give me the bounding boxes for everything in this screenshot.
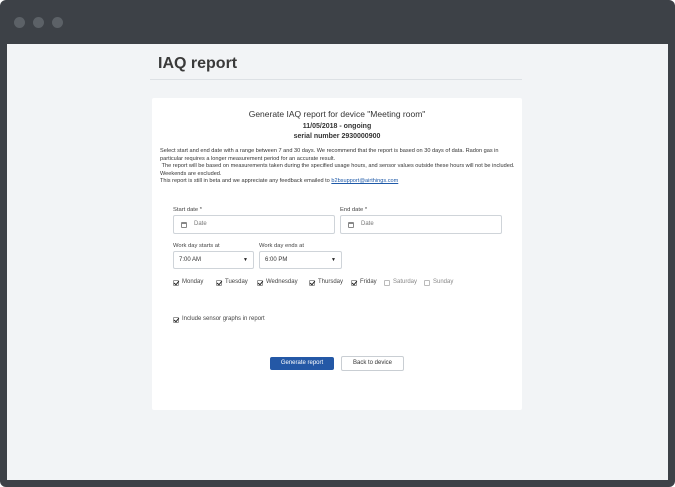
description-paragraph-range: Select start and end date with a range b… (160, 148, 499, 162)
back-to-device-button[interactable]: Back to device (341, 356, 404, 371)
checkbox-checked-icon[interactable] (257, 280, 263, 286)
start-date-input[interactable]: Date (173, 215, 335, 234)
work-start-label: Work day starts at (173, 243, 220, 249)
day-label: Monday (182, 279, 204, 285)
work-start-select[interactable]: 7:00 AM ▼ (173, 251, 254, 269)
checkbox-unchecked-icon[interactable] (384, 280, 390, 286)
dropdown-caret-icon: ▼ (243, 257, 248, 263)
window-close-dot[interactable] (14, 17, 25, 28)
work-end-select[interactable]: 6:00 PM ▼ (259, 251, 342, 269)
window-titlebar (0, 0, 675, 44)
report-form-card: Generate IAQ report for device "Meeting … (152, 98, 522, 410)
checkbox-checked-icon[interactable] (351, 280, 357, 286)
checkbox-checked-icon[interactable] (309, 280, 315, 286)
dropdown-caret-icon: ▼ (331, 257, 336, 263)
feedback-email-link[interactable]: b2bsupport@airthings.com (331, 178, 398, 184)
day-label: Sunday (433, 279, 454, 285)
title-divider (150, 79, 522, 80)
description-beta-text: This report is still in beta and we appr… (160, 178, 330, 184)
page-title: IAQ report (158, 55, 238, 72)
description-paragraph-hours: The report will be based on measurements… (160, 163, 516, 178)
end-date-input[interactable]: Date (340, 215, 502, 234)
start-date-placeholder: Date (194, 221, 207, 227)
checkbox-unchecked-icon[interactable] (424, 280, 430, 286)
end-date-placeholder: Date (361, 221, 374, 227)
description-text: Select start and end date with a range b… (160, 148, 516, 186)
calendar-icon (348, 222, 354, 228)
include-graphs-label: Include sensor graphs in report (182, 316, 265, 322)
calendar-icon (181, 222, 187, 228)
day-label: Wednesday (266, 279, 298, 285)
day-label: Tuesday (225, 279, 248, 285)
serial-number-text: serial number 2930000900 (293, 133, 381, 140)
day-label: Friday (360, 279, 377, 285)
window-minimize-dot[interactable] (33, 17, 44, 28)
window-maximize-dot[interactable] (52, 17, 63, 28)
checkbox-checked-icon[interactable] (216, 280, 222, 286)
end-date-label: End date * (340, 207, 368, 213)
checkbox-checked-icon[interactable] (173, 280, 179, 286)
day-label: Saturday (393, 279, 418, 285)
description-hours-text: The report will be based on measurements… (160, 163, 515, 177)
date-range-text: 11/05/2018 - ongoing (302, 123, 372, 130)
work-end-label: Work day ends at (259, 243, 305, 249)
generate-report-button[interactable]: Generate report (270, 357, 334, 370)
day-label: Thursday (318, 279, 344, 285)
page-viewport: IAQ report Generate IAQ report for devic… (7, 44, 668, 480)
checkbox-checked-icon[interactable] (173, 317, 179, 323)
description-paragraph-beta: This report is still in beta and we appr… (160, 178, 516, 186)
card-title: Generate IAQ report for device "Meeting … (248, 109, 426, 119)
browser-window: IAQ report Generate IAQ report for devic… (0, 0, 675, 487)
work-end-value: 6:00 PM (265, 257, 288, 263)
work-start-value: 7:00 AM (179, 257, 202, 263)
start-date-label: Start date * (173, 207, 203, 213)
